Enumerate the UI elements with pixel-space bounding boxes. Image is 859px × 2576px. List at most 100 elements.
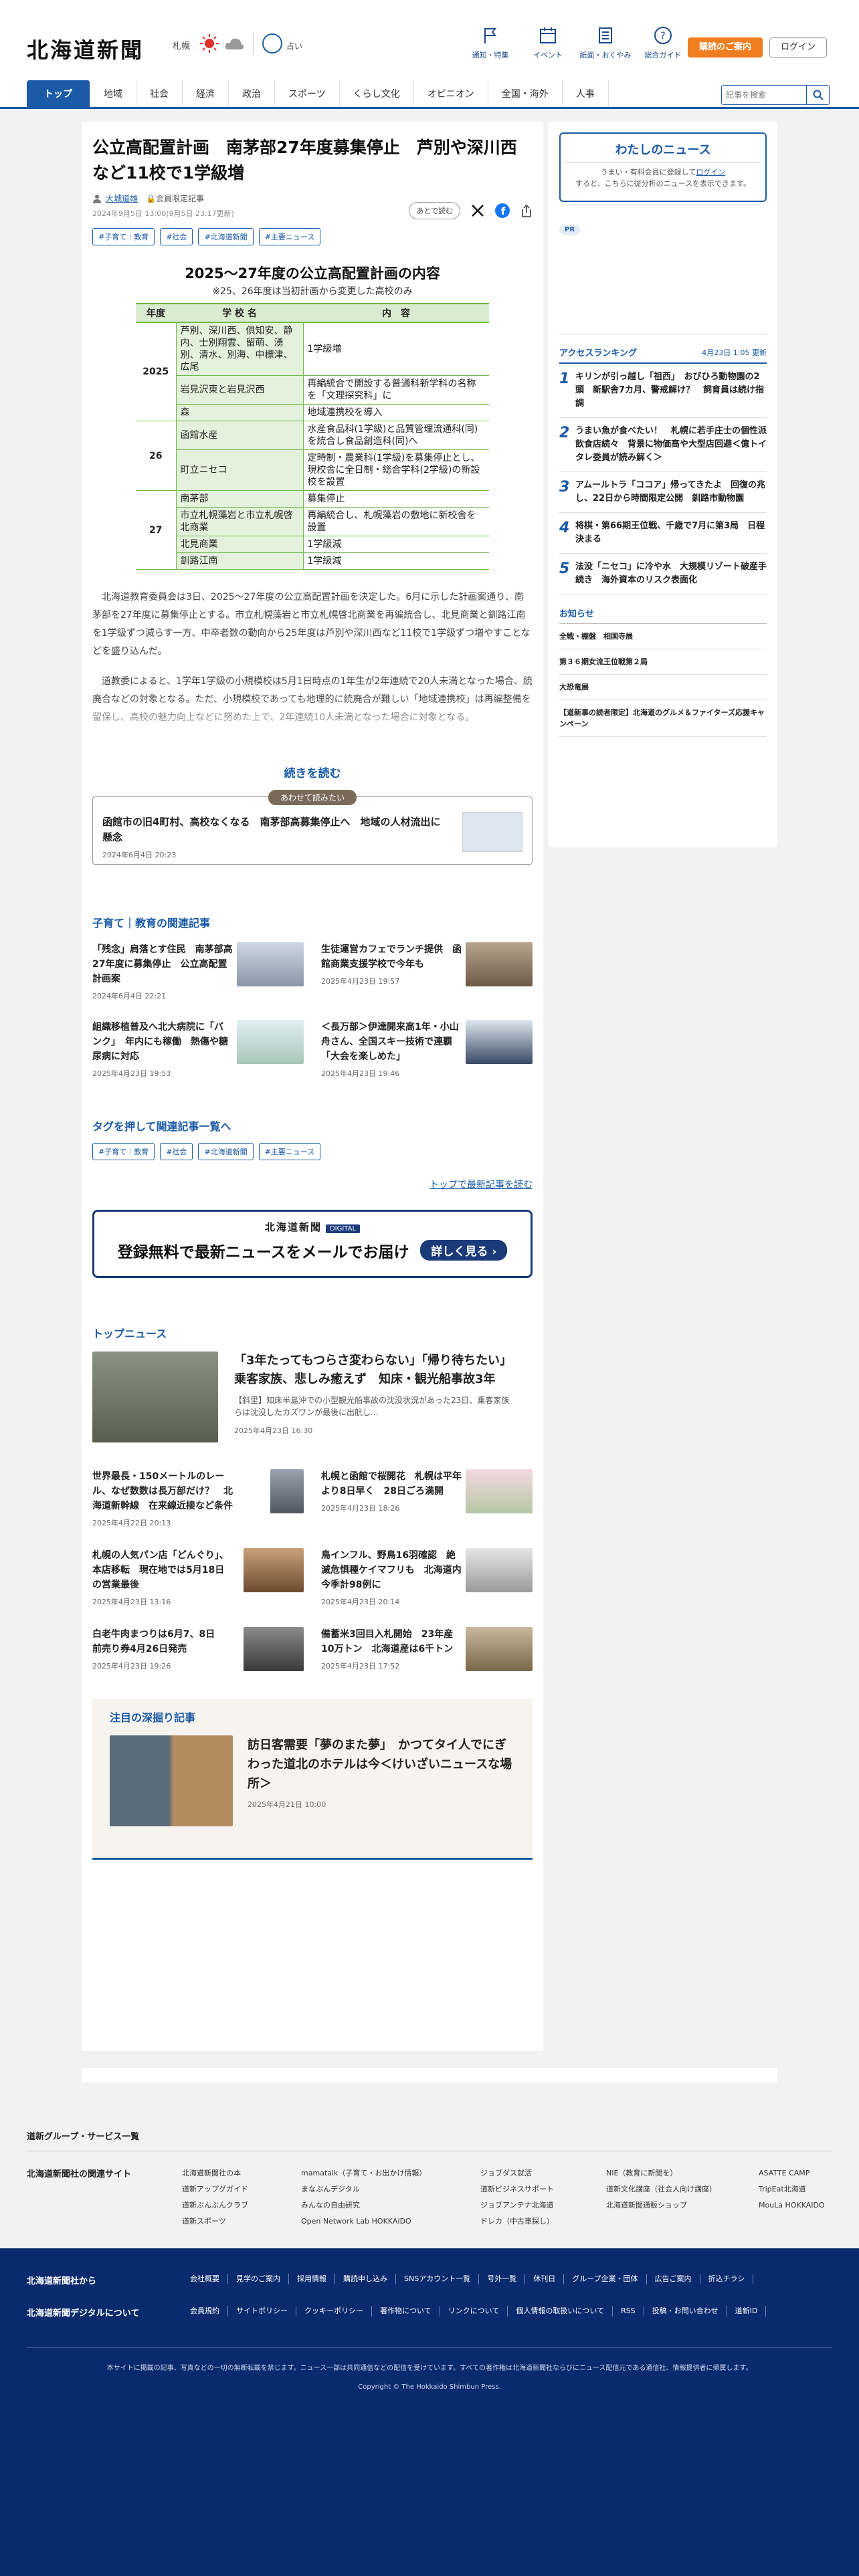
top-news-lead[interactable]: 「3年たってもつらさ変わらない」「帰り待ちたい」 乗客家族、悲しみ癒えず 知床・… xyxy=(92,1352,533,1442)
tag-link[interactable]: #主要ニュース xyxy=(258,1143,321,1160)
nav-tab-society[interactable]: 社会 xyxy=(136,80,183,108)
footer-link[interactable]: ドレカ（中古車探し） xyxy=(480,2214,587,2230)
nav-tab-region[interactable]: 地域 xyxy=(90,80,136,108)
footer-link[interactable]: 休刊日 xyxy=(525,2274,565,2284)
footer-link[interactable]: Open Network Lab HOKKAIDO xyxy=(301,2214,462,2230)
related-item[interactable]: ＜長万部＞伊達開来高1年・小山舟さん、全国スキー技術で連覇 「大会を楽しめた」 2… xyxy=(321,1020,533,1079)
fortune-icon[interactable] xyxy=(262,33,282,53)
footer-link[interactable]: クッキーポリシー xyxy=(296,2306,372,2317)
tag-link[interactable]: #社会 xyxy=(160,1143,193,1160)
footer-link[interactable]: mamatalk（子育て・お出かけ情報） xyxy=(301,2165,462,2181)
footer-link[interactable]: 道新ビジネスサポート xyxy=(480,2181,587,2197)
search-button[interactable] xyxy=(806,86,829,104)
footer-link[interactable]: 道新スポーツ xyxy=(182,2214,282,2230)
footer-link[interactable]: 投稿・お問い合わせ xyxy=(644,2306,727,2317)
news-item[interactable]: 白老牛肉まつりは6月7、8日 前売り券4月26日発売 2025年4月23日 19:… xyxy=(92,1627,304,1671)
footer-link[interactable]: みんなの自由研究 xyxy=(301,2197,462,2214)
facebook-icon[interactable]: f xyxy=(495,203,510,218)
notice-item[interactable]: 全戦・棚盤 相国寺展 xyxy=(559,624,767,649)
header-link-guide[interactable]: ? 総合ガイド xyxy=(634,25,692,60)
footer-link[interactable]: 北海道新聞通販ショップ xyxy=(606,2197,740,2214)
news-item[interactable]: 札幌の人気パン店「どんぐり」、本店移転 現在地では5月18日の営業最後 2025年… xyxy=(92,1548,304,1607)
footer-link[interactable]: 道新アップグガイド xyxy=(182,2181,282,2197)
notice-item[interactable]: 大恐竜展 xyxy=(559,675,767,700)
footer-link[interactable]: 個人情報の取扱いについて xyxy=(508,2306,613,2317)
related-item[interactable]: 組織移植普及へ北大病院に「バンク」 年内にも稼働 熱傷や糖尿病に対応 2025年4… xyxy=(92,1020,304,1079)
footer-link[interactable]: 見学のご案内 xyxy=(228,2274,289,2284)
news-item[interactable]: 世界最長・150メートルのレール、なぜ数数は長万部だけ？ 北海道新幹線 在来線近… xyxy=(92,1469,304,1528)
footer-link[interactable]: 会員規約 xyxy=(182,2306,228,2317)
notice-item[interactable]: 【道新事の読者限定】北海道のグルメ＆ファイターズ応援キャンペーン xyxy=(559,700,767,737)
nav-tab-national[interactable]: 全国・海外 xyxy=(488,80,563,108)
tag-link[interactable]: #北海道新聞 xyxy=(198,1143,254,1160)
footer-link[interactable]: 道新ぶんぶんクラブ xyxy=(182,2197,282,2214)
nav-tab-sports[interactable]: スポーツ xyxy=(275,80,340,108)
nav-tab-politics[interactable]: 政治 xyxy=(229,80,275,108)
subscribe-button[interactable]: 購読のご案内 xyxy=(688,37,763,58)
group-services-link[interactable]: 道新グループ・サービス一覧 xyxy=(27,2129,139,2142)
footer-link[interactable]: ジョブアンテナ北海道 xyxy=(480,2197,587,2214)
notice-title[interactable]: お知らせ xyxy=(559,607,767,619)
footer-link[interactable]: 北海道新聞社の本 xyxy=(182,2165,282,2181)
news-item[interactable]: 札幌と函館で桜開花 札幌は平年より8日早く 28日ごろ満開 2025年4月23日 … xyxy=(321,1469,533,1528)
ranking-item[interactable]: 2 うまい魚が食べたい！ 札幌に若手庄士の個性派飲食店続々 背景に物価高や大型店回… xyxy=(559,418,767,472)
nav-tab-culture[interactable]: くらし文化 xyxy=(340,80,414,108)
news-item[interactable]: 備蓄米3回目入札開始 23年産10万トン 北海道産は6千トン 2025年4月23日… xyxy=(321,1627,533,1671)
banner-details-button[interactable]: 詳しく見る › xyxy=(420,1240,508,1261)
footer-link[interactable]: ASATTE CAMP xyxy=(759,2165,832,2181)
tag-link[interactable]: #主要ニュース xyxy=(258,228,321,245)
footer-link[interactable]: 折込チラシ xyxy=(700,2274,754,2284)
nav-tab-personnel[interactable]: 人事 xyxy=(563,80,609,108)
footer-link[interactable]: 会社概要 xyxy=(182,2274,228,2284)
footer-link[interactable]: ジョブダス就活 xyxy=(480,2165,587,2181)
ranking-item[interactable]: 1 キリンが引っ越し「祖西」 おびひろ動物園の2頭 新駅舎7カ月、警戒解け？ 飼育… xyxy=(559,364,767,418)
footer-link[interactable]: 号外一覧 xyxy=(479,2274,526,2284)
ranking-item[interactable]: 5 法没「ニセコ」に冷や水 大規模リゾート破産手続き 海外資本のリスク表面化 xyxy=(559,554,767,595)
related-heading[interactable]: 子育て｜教育の関連記事 xyxy=(92,914,533,930)
header-link-notify[interactable]: 通知・特集 xyxy=(462,25,519,60)
notice-item[interactable]: 第３６期女流王位戦第２局 xyxy=(559,649,767,675)
site-logo[interactable]: 北海道新聞 xyxy=(27,33,144,64)
footer-link[interactable]: RSS xyxy=(613,2306,644,2317)
tag-link[interactable]: #子育て｜教育 xyxy=(92,228,155,245)
share-icon[interactable] xyxy=(520,204,533,217)
footer-link[interactable]: 広告ご案内 xyxy=(647,2274,700,2284)
footer-link[interactable]: 道新文化講座（社会人向け講座） xyxy=(606,2181,740,2197)
read-more-button[interactable]: 続きを読む xyxy=(92,764,533,780)
author-link[interactable]: 大城道雄 xyxy=(106,193,138,204)
footer-link[interactable]: NIE（教育に新聞を） xyxy=(606,2165,740,2181)
fortune-label[interactable]: 占い xyxy=(286,40,302,51)
footer-link[interactable]: SNSアカウント一覧 xyxy=(396,2274,480,2284)
footer-link[interactable]: グループ企業・団体 xyxy=(564,2274,647,2284)
news-item[interactable]: 鳥インフル、野鳥16羽確認 絶滅危惧種ケイマフリも 北海道内今季計98例に 202… xyxy=(321,1548,533,1607)
footer-link[interactable]: 著作物について xyxy=(372,2306,440,2317)
nav-tab-opinion[interactable]: オピニオン xyxy=(414,80,488,108)
nav-tab-economy[interactable]: 経済 xyxy=(183,80,229,108)
tag-link[interactable]: #社会 xyxy=(160,228,193,245)
related-item[interactable]: 「残念」肩落とす住民 南茅部高27年度に募集停止 公立高配置計画案 2024年6月… xyxy=(92,942,304,1001)
footer-link[interactable]: 購読申し込み xyxy=(335,2274,396,2284)
x-icon[interactable] xyxy=(471,204,484,217)
header-link-events[interactable]: イベント xyxy=(519,25,577,60)
nav-tab-top[interactable]: トップ xyxy=(27,80,90,108)
weather-city[interactable]: 札幌 xyxy=(173,39,190,51)
footer-link[interactable]: 道新ID xyxy=(727,2306,767,2317)
footer-link[interactable]: 採用情報 xyxy=(289,2274,335,2284)
footer-link[interactable]: リンクについて xyxy=(440,2306,508,2317)
ranking-title[interactable]: アクセスランキング xyxy=(559,346,637,358)
footer-link[interactable]: サイトポリシー xyxy=(228,2306,296,2317)
footer-link[interactable]: TripEat北海道 xyxy=(759,2181,832,2197)
also-read-card[interactable]: あわせて読みたい 函館市の旧4町村、高校なくなる 南茅部高募集停止へ 地域の人材… xyxy=(92,790,533,865)
related-item[interactable]: 生徒運営カフェでランチ提供 函館商業支援学校で今年も 2025年4月23日 19:… xyxy=(321,942,533,1001)
tag-link[interactable]: #北海道新聞 xyxy=(198,228,254,245)
top-news-heading[interactable]: トップニュース xyxy=(92,1325,533,1341)
read-later-button[interactable]: あとで読む xyxy=(409,202,460,219)
header-link-paper[interactable]: 紙面・おくやみ xyxy=(577,25,634,60)
footer-link[interactable]: MouLa HOKKAIDO xyxy=(759,2197,832,2214)
my-news-login-link[interactable]: ログイン xyxy=(696,168,725,177)
deep-dive-card[interactable]: 訪日客需要「夢のまた夢」 かつてタイ人でにぎわった道北のホテルは今＜けいざいニュ… xyxy=(110,1735,515,1826)
footer-link[interactable]: まなぶんデジタル xyxy=(301,2181,462,2197)
ranking-item[interactable]: 3 アムールトラ「ココア」帰ってきたよ 回復の兆し、22日から時間限定公開 釧路市… xyxy=(559,472,767,513)
newsletter-banner[interactable]: 北海道新聞 DIGITAL 登録無料で最新ニュースをメールでお届け 詳しく見る › xyxy=(92,1210,533,1278)
login-button[interactable]: ログイン xyxy=(769,37,827,58)
